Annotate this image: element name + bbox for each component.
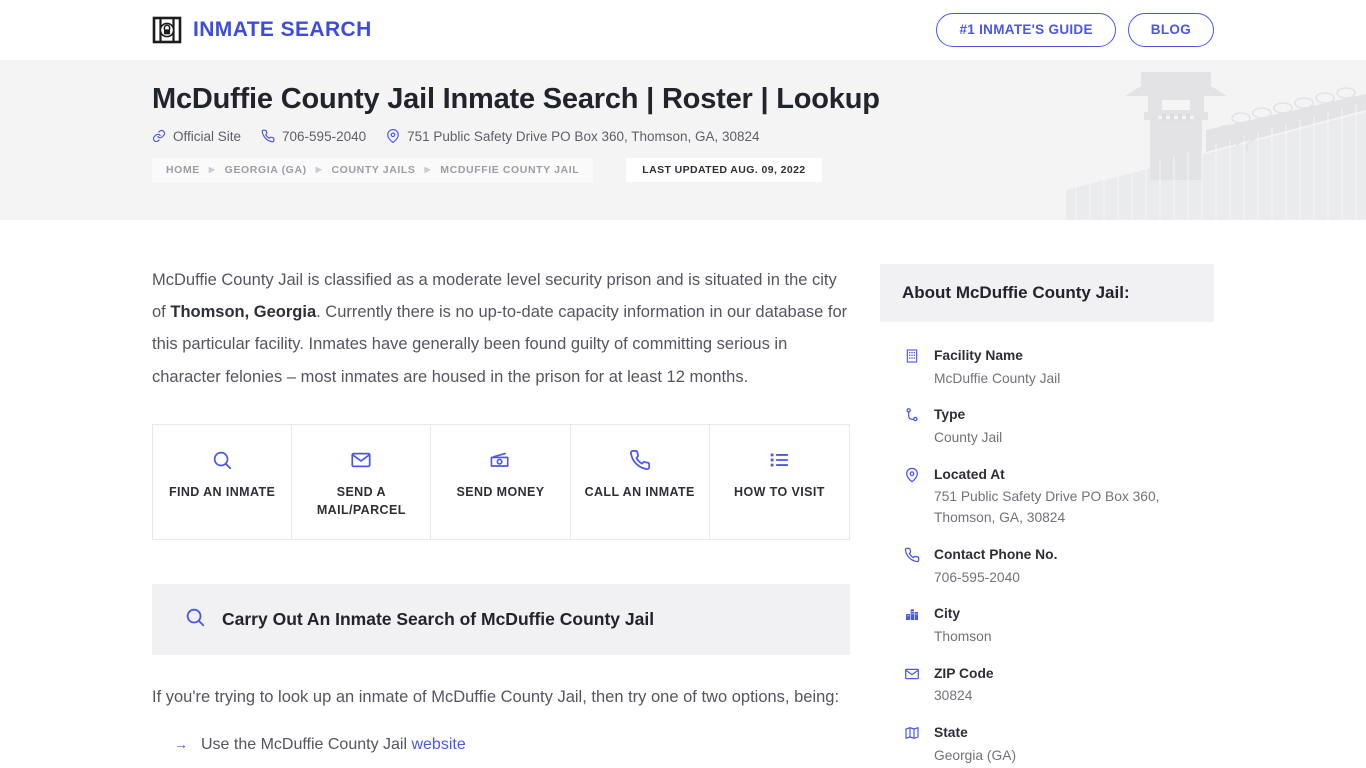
action-tiles: FIND AN INMATE SEND A MAIL/PARCEL SEND M… xyxy=(152,423,850,540)
info-row-contact-phone: Contact Phone No. 706-595-2040 xyxy=(902,537,1192,596)
brand-logo-link[interactable]: INMATE SEARCH xyxy=(152,15,372,45)
about-card-body: Facility Name McDuffie County Jail Type … xyxy=(880,322,1214,768)
tile-label: FIND AN INMATE xyxy=(168,484,276,499)
link-icon xyxy=(152,129,166,143)
search-icon xyxy=(184,606,206,633)
breadcrumb-separator-icon: ▶ xyxy=(424,165,432,175)
info-value: 706-595-2040 xyxy=(934,569,1020,585)
info-key: ZIP Code xyxy=(934,665,994,681)
info-row-state: State Georgia (GA) xyxy=(902,715,1192,768)
envelope-icon xyxy=(300,447,422,473)
section-paragraph: If you're trying to look up an inmate of… xyxy=(152,687,840,706)
info-key: Located At xyxy=(934,466,1005,482)
sidebar: About McDuffie County Jail: Facility Nam… xyxy=(880,264,1214,768)
breadcrumb: HOME ▶ GEORGIA (GA) ▶ COUNTY JAILS ▶ MCD… xyxy=(152,157,1214,182)
breadcrumb-item-georgia[interactable]: GEORGIA (GA) xyxy=(225,164,307,176)
brand-name: INMATE SEARCH xyxy=(193,18,372,41)
about-heading: About McDuffie County Jail: xyxy=(902,283,1130,302)
list-icon xyxy=(718,447,841,473)
inmates-guide-button[interactable]: #1 INMATE'S GUIDE xyxy=(936,13,1116,47)
address-meta[interactable]: 751 Public Safety Drive PO Box 360, Thom… xyxy=(386,128,760,144)
envelope-icon xyxy=(902,664,921,682)
arrow-right-icon: → xyxy=(174,736,188,753)
info-key: Type xyxy=(934,407,966,423)
official-site-label: Official Site xyxy=(173,128,242,144)
jail-bars-lock-icon xyxy=(152,15,182,45)
tile-send-a-mail-parcel[interactable]: SEND A MAIL/PARCEL xyxy=(292,424,432,539)
money-icon xyxy=(439,447,561,473)
intro-paragraph: McDuffie County Jail is classified as a … xyxy=(152,264,850,393)
inmate-search-section-header: Carry Out An Inmate Search of McDuffie C… xyxy=(152,583,850,655)
location-pin-icon xyxy=(902,465,921,483)
list-item: → Use the McDuffie County Jail website xyxy=(152,731,850,760)
breadcrumb-item-mcduffie-county-jail[interactable]: MCDUFFIE COUNTY JAIL xyxy=(440,164,579,176)
info-row-city: City Thomson xyxy=(902,596,1192,655)
last-updated-badge: LAST UPDATED AUG. 09, 2022 xyxy=(626,157,822,182)
intro-city-state: Thomson, Georgia xyxy=(170,303,317,322)
breadcrumb-item-county-jails[interactable]: COUNTY JAILS xyxy=(332,164,416,176)
phone-meta[interactable]: 706-595-2040 xyxy=(261,129,366,144)
node-branch-icon xyxy=(902,405,921,423)
info-value: Georgia (GA) xyxy=(934,747,1017,763)
info-value: McDuffie County Jail xyxy=(934,370,1061,386)
address-text: 751 Public Safety Drive PO Box 360, Thom… xyxy=(407,128,760,144)
breadcrumb-separator-icon: ▶ xyxy=(315,165,323,175)
city-icon xyxy=(902,604,921,622)
blog-button[interactable]: BLOG xyxy=(1127,13,1214,47)
nav-actions: #1 INMATE'S GUIDE BLOG xyxy=(936,13,1214,47)
tile-label: HOW TO VISIT xyxy=(734,484,825,499)
info-key: State xyxy=(934,724,968,740)
tile-label: SEND MONEY xyxy=(456,484,545,499)
tile-label: CALL AN INMATE xyxy=(584,484,695,499)
about-card-header: About McDuffie County Jail: xyxy=(880,264,1214,322)
tile-send-money[interactable]: SEND MONEY xyxy=(431,424,571,539)
phone-icon xyxy=(261,129,275,143)
location-pin-icon xyxy=(386,129,400,144)
map-icon xyxy=(902,723,921,741)
top-navigation-bar: INMATE SEARCH #1 INMATE'S GUIDE BLOG xyxy=(0,0,1366,60)
breadcrumb-separator-icon: ▶ xyxy=(208,165,216,175)
info-key: Contact Phone No. xyxy=(934,546,1058,562)
tile-find-an-inmate[interactable]: FIND AN INMATE xyxy=(153,424,293,539)
breadcrumb-item-home[interactable]: HOME xyxy=(166,164,200,176)
phone-icon xyxy=(579,447,701,473)
breadcrumb-list: HOME ▶ GEORGIA (GA) ▶ COUNTY JAILS ▶ MCD… xyxy=(152,157,594,182)
main-column: McDuffie County Jail is classified as a … xyxy=(152,264,850,768)
website-link[interactable]: website xyxy=(411,736,465,753)
list-item-text: Use the McDuffie County Jail website xyxy=(201,731,466,760)
info-value: County Jail xyxy=(934,430,1003,446)
tile-call-an-inmate[interactable]: CALL AN INMATE xyxy=(571,424,710,539)
info-row-zip-code: ZIP Code 30824 xyxy=(902,656,1192,715)
info-row-type: Type County Jail xyxy=(902,397,1192,456)
info-value: Thomson xyxy=(934,628,992,644)
info-key: City xyxy=(934,606,961,622)
building-icon xyxy=(902,346,921,364)
page-title: McDuffie County Jail Inmate Search | Ros… xyxy=(152,83,880,115)
content-wrapper: McDuffie County Jail is classified as a … xyxy=(0,220,1366,768)
about-card: About McDuffie County Jail: Facility Nam… xyxy=(880,264,1214,768)
info-value: 30824 xyxy=(934,688,973,704)
official-site-meta[interactable]: Official Site xyxy=(152,129,241,144)
search-icon xyxy=(161,447,283,473)
options-list: → Use the McDuffie County Jail website xyxy=(152,731,850,760)
tile-how-to-visit[interactable]: HOW TO VISIT xyxy=(710,425,849,539)
section-heading: Carry Out An Inmate Search of McDuffie C… xyxy=(222,608,655,629)
info-row-located-at: Located At 751 Public Safety Drive PO Bo… xyxy=(902,457,1192,537)
info-row-facility-name: Facility Name McDuffie County Jail xyxy=(902,338,1192,397)
hero-banner: McDuffie County Jail Inmate Search | Ros… xyxy=(0,60,1366,220)
hero-meta-row: Official Site 706-595-2040 751 Public Sa… xyxy=(152,129,1214,144)
phone-icon xyxy=(902,545,921,563)
info-value: 751 Public Safety Drive PO Box 360, Thom… xyxy=(934,489,1160,526)
info-key: Facility Name xyxy=(934,348,1023,363)
list-item-prefix: Use the McDuffie County Jail xyxy=(201,736,412,754)
phone-number: 706-595-2040 xyxy=(282,128,367,144)
tile-label: SEND A MAIL/PARCEL xyxy=(316,484,406,517)
